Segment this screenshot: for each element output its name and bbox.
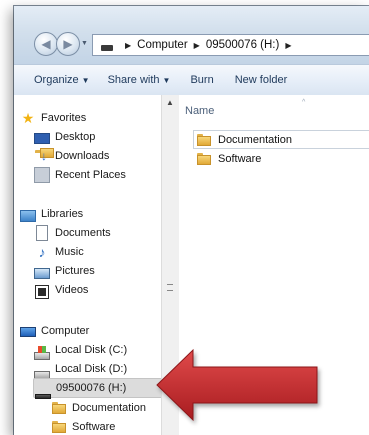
tree-downloads[interactable]: Downloads (34, 147, 109, 165)
tree-local-disk-c[interactable]: Local Disk (C:) (34, 341, 128, 360)
file-row-documentation[interactable]: Documentation (193, 130, 369, 149)
tree-favorites[interactable]: ★ Favorites (20, 109, 87, 127)
explorer-window: ◀ ▶ ▼ ▶ Computer ▶ 09500076 (H:) ▶ Organ… (14, 6, 369, 435)
folder-icon (196, 151, 212, 167)
pictures-icon (34, 267, 50, 279)
tree-music[interactable]: ♪ Music (34, 243, 84, 261)
organize-button[interactable]: Organize ▼ (34, 74, 90, 86)
file-name: Software (218, 152, 262, 165)
libraries-icon (20, 210, 36, 222)
music-icon: ♪ (38, 244, 46, 260)
tree-label: Libraries (41, 208, 84, 220)
tree-recent-places[interactable]: Recent Places (34, 166, 126, 184)
share-with-button[interactable]: Share with ▼ (108, 74, 171, 86)
chevron-down-icon: ▼ (81, 76, 90, 85)
file-list[interactable]: ^ Name Documentation Software (179, 95, 369, 435)
address-bar[interactable]: ▶ Computer ▶ 09500076 (H:) ▶ (92, 34, 369, 56)
breadcrumb-computer[interactable]: Computer (137, 39, 188, 51)
tree-documents[interactable]: Documents (34, 224, 111, 242)
recent-pages-dropdown-icon[interactable]: ▼ (81, 40, 88, 47)
navigation-pane[interactable]: ★ Favorites Desktop Downloads Recent Pla… (14, 95, 161, 435)
tree-label: Documentation (72, 402, 146, 414)
downloads-icon (34, 148, 54, 164)
nav-pane-scrollbar[interactable]: ▲ (161, 95, 180, 435)
breadcrumb-drive[interactable]: 09500076 (H:) (206, 39, 280, 51)
tree-label: Downloads (55, 150, 110, 162)
tree-desktop[interactable]: Desktop (34, 128, 95, 146)
command-bar: Organize ▼ Share with ▼ Burn New folder (14, 64, 369, 96)
share-with-label: Share with (107, 74, 160, 86)
tree-label: Pictures (55, 265, 95, 277)
tree-label: Favorites (41, 112, 87, 124)
file-row-software[interactable]: Software (194, 150, 261, 167)
computer-icon (20, 327, 36, 337)
column-header-name[interactable]: Name (185, 105, 214, 117)
usb-drive-icon (35, 393, 51, 399)
tree-label: Software (72, 421, 116, 433)
sort-indicator-icon: ^ (302, 99, 306, 106)
recent-places-icon (34, 167, 50, 183)
tree-pictures[interactable]: Pictures (34, 262, 95, 280)
tree-label: Desktop (55, 131, 96, 143)
folder-icon (196, 132, 212, 148)
breadcrumb-separator-icon[interactable]: ▶ (285, 41, 291, 50)
tree-label: Music (55, 246, 84, 258)
tree-computer[interactable]: Computer (20, 322, 89, 340)
tree-label: Local Disk (C:) (55, 344, 128, 356)
star-icon: ★ (21, 110, 35, 126)
forward-arrow-icon: ▶ (63, 37, 73, 51)
local-disk-windows-icon (34, 346, 50, 360)
desktop-icon (34, 132, 50, 144)
scroll-up-icon[interactable]: ▲ (166, 98, 174, 107)
organize-label: Organize (34, 74, 79, 86)
scroll-thumb-grip[interactable] (167, 284, 173, 291)
tree-label: Local Disk (D:) (55, 363, 128, 375)
back-button[interactable]: ◀ (34, 32, 58, 56)
tree-software[interactable]: Software (51, 418, 115, 435)
back-arrow-icon: ◀ (41, 37, 51, 51)
title-bar: ◀ ▶ ▼ ▶ Computer ▶ 09500076 (H:) ▶ (14, 6, 369, 64)
tree-libraries[interactable]: Libraries (20, 205, 83, 223)
tree-label: Videos (55, 284, 89, 296)
tree-label: Documents (55, 227, 111, 239)
tree-label: Computer (41, 325, 90, 337)
documents-icon (36, 225, 48, 241)
tree-label: Recent Places (55, 169, 126, 181)
usb-drive-icon (101, 45, 113, 51)
tree-local-disk-d[interactable]: Local Disk (D:) (34, 360, 128, 379)
breadcrumb-separator-icon[interactable]: ▶ (125, 41, 131, 50)
tree-label: 09500076 (H:) (56, 382, 127, 394)
forward-button[interactable]: ▶ (56, 32, 80, 56)
folder-icon (51, 400, 67, 416)
breadcrumb-separator-icon[interactable]: ▶ (194, 41, 200, 50)
tree-drive-h[interactable]: 09500076 (H:) (33, 378, 161, 399)
chevron-down-icon: ▼ (162, 76, 171, 85)
videos-icon (35, 285, 49, 299)
tree-documentation[interactable]: Documentation (51, 399, 146, 417)
burn-button[interactable]: Burn (190, 74, 213, 86)
folder-icon (51, 419, 67, 435)
file-name: Documentation (218, 133, 292, 146)
tree-videos[interactable]: Videos (34, 281, 88, 299)
new-folder-button[interactable]: New folder (235, 74, 288, 86)
